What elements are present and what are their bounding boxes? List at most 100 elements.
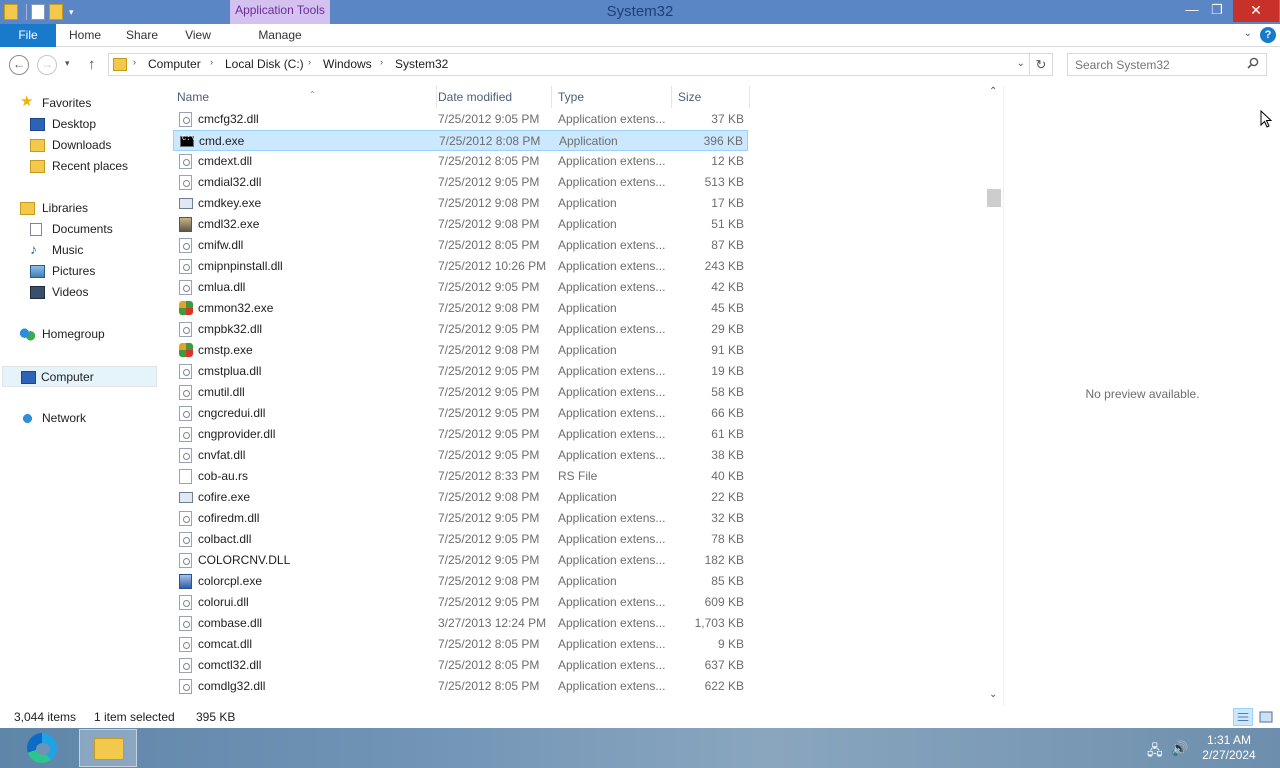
address-bar[interactable]: › Computer › Local Disk (C:) › Windows ›… — [108, 53, 1030, 76]
breadcrumb-separator[interactable]: › — [210, 57, 213, 67]
nav-item-downloads[interactable]: Downloads — [30, 135, 150, 155]
file-name: colorcpl.exe — [198, 574, 263, 588]
file-row[interactable]: cngprovider.dll 7/25/2012 9:05 PM Applicat… — [173, 424, 748, 445]
taskbar-file-explorer-button[interactable] — [79, 729, 137, 767]
vertical-scrollbar[interactable]: ⌃ ⌄ — [986, 86, 1003, 706]
breadcrumb-separator[interactable]: › — [308, 57, 311, 67]
file-row[interactable]: cmutil.dll 7/25/2012 9:05 PM Application e… — [173, 382, 748, 403]
close-button[interactable]: ✕ — [1233, 0, 1279, 22]
address-dropdown-chevron-icon[interactable]: ⌄ — [1017, 58, 1025, 69]
nav-item-homegroup[interactable]: Homegroup — [20, 324, 150, 344]
file-row[interactable]: cmstp.exe 7/25/2012 9:08 PM Application 91 … — [173, 340, 748, 361]
file-row[interactable]: cmifw.dll 7/25/2012 8:05 PM Application ex… — [173, 235, 748, 256]
large-icons-view-icon[interactable] — [1256, 708, 1276, 726]
file-row[interactable]: cmpbk32.dll 7/25/2012 9:05 PM Application … — [173, 319, 748, 340]
scroll-down-chevron-icon[interactable]: ⌄ — [989, 689, 997, 700]
dll-icon — [179, 259, 192, 274]
breadcrumb-separator[interactable]: › — [380, 57, 383, 67]
file-row[interactable]: cnvfat.dll 7/25/2012 9:05 PM Application e… — [173, 445, 748, 466]
nav-item-pictures[interactable]: Pictures — [30, 261, 150, 281]
file-row[interactable]: cngcredui.dll 7/25/2012 9:05 PM Applicatio… — [173, 403, 748, 424]
file-row[interactable]: cmdl32.exe 7/25/2012 9:08 PM Application 51… — [173, 214, 748, 235]
minimize-button[interactable]: — — [1180, 0, 1204, 22]
file-name: cmdial32.dll — [198, 175, 262, 189]
breadcrumb-local-disk[interactable]: Local Disk (C:) — [225, 57, 304, 71]
file-name: cmdl32.exe — [198, 217, 260, 231]
volume-tray-icon[interactable]: 🔊 — [1171, 740, 1188, 757]
breadcrumb-windows[interactable]: Windows — [323, 57, 372, 71]
file-type: Application — [559, 134, 618, 148]
forward-button[interactable]: → — [37, 55, 57, 75]
file-row[interactable]: colbact.dll 7/25/2012 9:05 PM Application … — [173, 529, 748, 550]
search-icon[interactable] — [1247, 57, 1259, 69]
nav-item-computer[interactable]: Computer — [2, 366, 157, 387]
taskbar: 🖧 🔊 1:31 AM 2/27/2024 — [0, 728, 1280, 768]
network-tray-icon[interactable]: 🖧 — [1147, 740, 1163, 764]
recent-locations-chevron-icon[interactable]: ▾ — [65, 58, 70, 69]
file-row[interactable]: cmdext.dll 7/25/2012 8:05 PM Application e… — [173, 151, 748, 172]
scroll-up-chevron-icon[interactable]: ⌃ — [989, 86, 997, 97]
help-icon[interactable]: ? — [1260, 27, 1276, 43]
file-row[interactable]: colorcpl.exe 7/25/2012 9:08 PM Application… — [173, 571, 748, 592]
file-row[interactable]: cmipnpinstall.dll 7/25/2012 10:26 PM Appli… — [173, 256, 748, 277]
file-date-modified: 7/25/2012 10:26 PM — [438, 259, 547, 273]
file-name: cngprovider.dll — [198, 427, 276, 441]
file-row[interactable]: cmstplua.dll 7/25/2012 9:05 PM Application… — [173, 361, 748, 382]
file-row[interactable]: cmdial32.dll 7/25/2012 9:05 PM Application… — [173, 172, 748, 193]
file-row[interactable]: comctl32.dll 7/25/2012 8:05 PM Application… — [173, 655, 748, 676]
properties-icon[interactable] — [31, 4, 45, 20]
restore-button[interactable]: ❐ — [1205, 0, 1229, 22]
nav-item-network[interactable]: Network — [20, 408, 150, 428]
tab-manage[interactable]: Manage — [248, 24, 312, 47]
details-view-icon[interactable] — [1233, 708, 1253, 726]
tab-file[interactable]: File — [0, 24, 56, 47]
breadcrumb-system32[interactable]: System32 — [395, 57, 448, 71]
up-button[interactable]: ↑ — [88, 56, 96, 73]
breadcrumb-separator[interactable]: › — [133, 57, 136, 67]
scrollbar-thumb[interactable] — [987, 189, 1001, 207]
nav-item-music[interactable]: ♪ Music — [30, 240, 150, 260]
file-row[interactable]: cmcfg32.dll 7/25/2012 9:05 PM Application … — [173, 109, 748, 130]
file-type: Application extens... — [558, 364, 666, 378]
file-row[interactable]: cofiredm.dll 7/25/2012 9:05 PM Application… — [173, 508, 748, 529]
tab-home[interactable]: Home — [60, 24, 110, 47]
dll-icon — [179, 322, 192, 337]
videos-icon — [30, 286, 45, 299]
nav-item-desktop[interactable]: Desktop — [30, 114, 150, 134]
file-row[interactable]: cob-au.rs 7/25/2012 8:33 PM RS File 40 KB — [173, 466, 748, 487]
column-header-name[interactable]: Name ⌃ — [171, 86, 437, 108]
tab-view[interactable]: View — [176, 24, 220, 47]
file-row[interactable]: cofire.exe 7/25/2012 9:08 PM Application 22… — [173, 487, 748, 508]
nav-item-libraries[interactable]: Libraries — [20, 198, 150, 218]
customize-qat-chevron-icon[interactable]: ▾ — [69, 7, 74, 18]
expand-ribbon-chevron-icon[interactable]: ⌄ — [1244, 28, 1252, 39]
nav-item-videos[interactable]: Videos — [30, 282, 150, 302]
file-row[interactable]: cmmon32.exe 7/25/2012 9:08 PM Application 4… — [173, 298, 748, 319]
application-icon — [179, 492, 193, 503]
file-row[interactable]: combase.dll 3/27/2013 12:24 PM Application… — [173, 613, 748, 634]
column-header-type[interactable]: Type — [552, 86, 672, 108]
file-row[interactable]: colorui.dll 7/25/2012 9:05 PM Application … — [173, 592, 748, 613]
dll-icon — [179, 532, 192, 547]
file-row[interactable]: COLORCNV.DLL 7/25/2012 9:05 PM Application… — [173, 550, 748, 571]
file-row[interactable]: cmd.exe 7/25/2012 8:08 PM Application 396 K… — [173, 130, 748, 151]
system-clock[interactable]: 1:31 AM 2/27/2024 — [1194, 733, 1264, 763]
refresh-button[interactable]: ↻ — [1030, 53, 1053, 76]
tab-share[interactable]: Share — [118, 24, 166, 47]
nav-item-recent-places[interactable]: Recent places — [30, 156, 150, 176]
search-input[interactable] — [1067, 53, 1267, 76]
column-header-size[interactable]: Size — [672, 86, 750, 108]
file-row[interactable]: cmdkey.exe 7/25/2012 9:08 PM Application 17… — [173, 193, 748, 214]
nav-item-favorites[interactable]: ★ Favorites — [20, 93, 150, 113]
file-type: RS File — [558, 469, 598, 483]
nav-item-documents[interactable]: Documents — [30, 219, 150, 239]
column-header-date-modified[interactable]: Date modified — [432, 86, 552, 108]
file-size: 396 KB — [703, 134, 743, 148]
file-row[interactable]: cmlua.dll 7/25/2012 9:05 PM Application ex… — [173, 277, 748, 298]
new-folder-icon[interactable] — [49, 4, 63, 20]
navigation-pane: ★ Favorites Desktop Downloads Recent pla… — [0, 86, 160, 706]
file-row[interactable]: comdlg32.dll 7/25/2012 8:05 PM Application… — [173, 676, 748, 697]
file-row[interactable]: comcat.dll 7/25/2012 8:05 PM Application e… — [173, 634, 748, 655]
back-button[interactable]: ← — [9, 55, 29, 75]
breadcrumb-computer[interactable]: Computer — [148, 57, 201, 71]
